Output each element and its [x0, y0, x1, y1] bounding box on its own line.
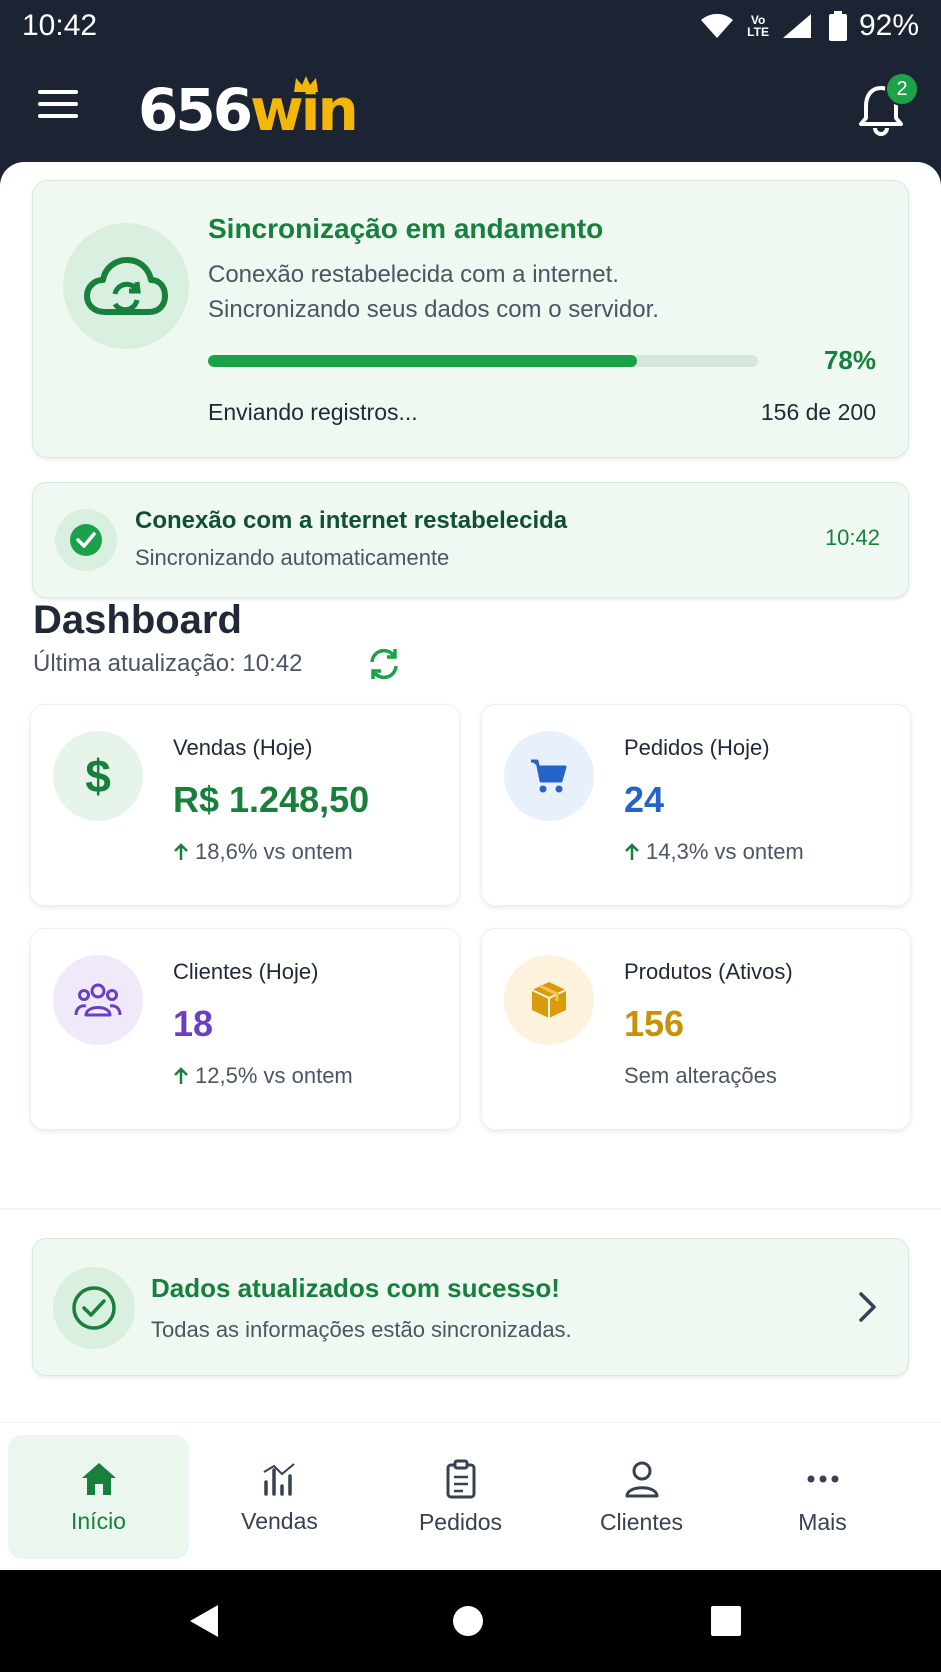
nav-label: Vendas	[241, 1507, 318, 1534]
status-time: 10:42	[22, 9, 98, 42]
sync-count: 156 de 200	[760, 399, 876, 425]
nav-item-clientes[interactable]: Clientes	[551, 1435, 732, 1559]
stat-label: Vendas (Hoje)	[173, 735, 313, 760]
stat-card-orders[interactable]: Pedidos (Hoje) 24 14,3% vs ontem	[481, 704, 911, 906]
clipboard-icon	[446, 1459, 475, 1498]
sync-progress-bar	[208, 355, 758, 367]
section-divider	[0, 1208, 941, 1210]
arrow-up-icon	[174, 843, 188, 860]
main-content: Sincronização em andamento Conexão resta…	[0, 162, 941, 1422]
stat-card-sales[interactable]: $ Vendas (Hoje) R$ 1.248,50 18,6% vs ont…	[30, 704, 460, 906]
stat-value: 156	[624, 1003, 685, 1044]
refresh-icon[interactable]	[366, 646, 402, 682]
last-updated: Última atualização: 10:42	[33, 650, 303, 677]
arrow-up-icon	[174, 1067, 188, 1084]
nav-label: Pedidos	[418, 1508, 503, 1535]
chevron-right-icon	[859, 1292, 876, 1322]
nav-label: Clientes	[599, 1508, 684, 1535]
sync-description: Conexão restabelecida com a internet. Si…	[208, 261, 659, 323]
sync-progress-card: Sincronização em andamento Conexão resta…	[32, 180, 909, 458]
stat-trend: 14,3% vs ontem	[624, 839, 804, 865]
notification-badge: 2	[885, 72, 919, 106]
connection-subtitle: Sincronizando automaticamente	[135, 545, 450, 570]
nav-label: Mais	[798, 1508, 847, 1535]
success-title: Dados atualizados com sucesso!	[151, 1273, 560, 1303]
cart-icon	[504, 731, 594, 821]
sync-progress-fill	[208, 355, 637, 367]
box-icon	[504, 955, 594, 1045]
stat-card-products[interactable]: Produtos (Ativos) 156 Sem alterações	[481, 928, 911, 1130]
connection-title: Conexão com a internet restabelecida	[135, 507, 568, 534]
cloud-sync-icon	[63, 223, 189, 349]
nav-item-vendas[interactable]: Vendas	[189, 1435, 370, 1559]
recents-icon[interactable]	[710, 1605, 742, 1637]
battery-icon	[828, 11, 847, 41]
crown-icon	[294, 76, 318, 92]
sync-progress-percent: 78%	[823, 345, 876, 375]
stat-value: 24	[624, 779, 665, 820]
volte-icon: Vo LTE	[747, 13, 769, 39]
check-circle-outline-icon	[53, 1267, 135, 1349]
wifi-icon	[701, 13, 734, 38]
stat-label: Pedidos (Hoje)	[624, 735, 770, 760]
app-header: 656win 2	[0, 52, 941, 164]
stat-trend: 12,5% vs ontem	[173, 1063, 353, 1089]
menu-button[interactable]	[38, 90, 82, 124]
nav-label: Início	[71, 1507, 126, 1534]
success-card[interactable]: Dados atualizados com sucesso! Todas as …	[32, 1238, 909, 1376]
sync-title: Sincronização em andamento	[208, 213, 604, 244]
bottom-navigation: Início Vendas Pedidos Clientes Mais	[0, 1422, 941, 1570]
menu-icon-bar	[38, 102, 78, 106]
brand-logo[interactable]: 656win	[138, 80, 359, 140]
stat-trend-text: 14,3% vs ontem	[646, 839, 804, 864]
back-icon[interactable]	[186, 1602, 222, 1640]
check-circle-icon	[55, 509, 117, 571]
stat-trend: 18,6% vs ontem	[173, 839, 353, 865]
connection-time: 10:42	[824, 525, 880, 550]
battery-percent: 92%	[858, 9, 919, 42]
chart-icon	[262, 1462, 295, 1496]
status-icons: Vo LTE 92%	[699, 9, 919, 43]
logo-number: 656	[138, 76, 253, 144]
status-bar: 10:42 Vo LTE 92%	[0, 0, 941, 52]
page-title: Dashboard	[33, 598, 242, 642]
stat-value: 18	[173, 1003, 214, 1044]
stat-trend-text: 12,5% vs ontem	[195, 1063, 353, 1088]
system-navigation-bar	[0, 1570, 941, 1672]
nav-item-mais[interactable]: Mais	[732, 1435, 913, 1559]
home-button-icon[interactable]	[452, 1605, 484, 1637]
sync-status-text: Enviando registros...	[208, 399, 418, 425]
users-icon	[53, 955, 143, 1045]
user-icon	[625, 1461, 658, 1497]
more-icon	[807, 1475, 838, 1482]
signal-icon	[782, 14, 811, 38]
nav-item-inicio[interactable]: Início	[8, 1435, 189, 1559]
stat-trend-text: Sem alterações	[624, 1063, 777, 1088]
arrow-up-icon	[625, 843, 639, 860]
home-icon	[81, 1462, 116, 1495]
nav-item-pedidos[interactable]: Pedidos	[370, 1435, 551, 1559]
stat-trend: Sem alterações	[624, 1063, 777, 1089]
success-subtitle: Todas as informações estão sincronizadas…	[151, 1317, 572, 1342]
stat-label: Produtos (Ativos)	[624, 959, 793, 984]
connection-restored-card: Conexão com a internet restabelecida Sin…	[32, 482, 909, 598]
menu-icon-bar	[38, 114, 78, 118]
stat-label: Clientes (Hoje)	[173, 959, 319, 984]
stat-value: R$ 1.248,50	[173, 779, 370, 820]
dollar-icon: $	[53, 731, 143, 821]
menu-icon-bar	[38, 90, 78, 94]
stat-trend-text: 18,6% vs ontem	[195, 839, 353, 864]
stat-card-clients[interactable]: Clientes (Hoje) 18 12,5% vs ontem	[30, 928, 460, 1130]
